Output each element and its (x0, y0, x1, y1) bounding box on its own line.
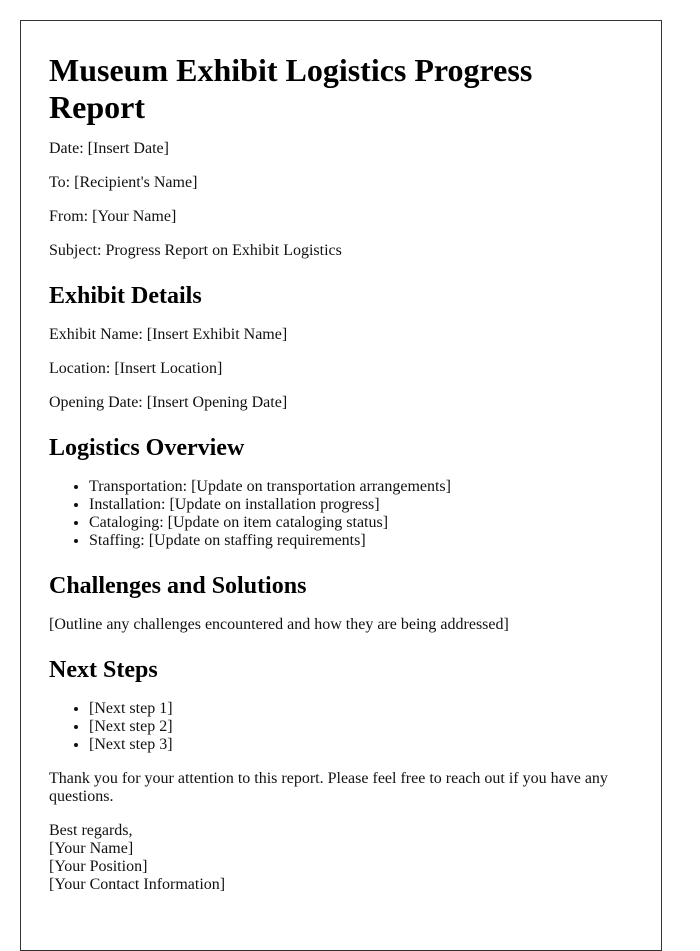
item-label: Installation: (89, 496, 166, 513)
list-item: Staffing: [Update on staffing requiremen… (89, 532, 633, 550)
subject-field: Subject: Progress Report on Exhibit Logi… (49, 242, 633, 260)
field-label: Location: (49, 360, 111, 377)
signoff: Best regards, (49, 822, 133, 839)
opening-date-field: Opening Date: [Insert Opening Date] (49, 394, 633, 412)
date-field: Date: [Insert Date] (49, 140, 633, 158)
challenges-heading: Challenges and Solutions (49, 573, 307, 599)
list-item: [Next step 3] (89, 736, 633, 754)
field-label: Subject: (49, 242, 102, 259)
item-value: [Update on staffing requirements] (148, 532, 366, 549)
list-item: Transportation: [Update on transportatio… (89, 478, 633, 496)
exhibit-details-heading: Exhibit Details (49, 283, 202, 309)
field-value: [Insert Location] (114, 360, 223, 377)
field-label: From: (49, 208, 89, 225)
report-document: Museum Exhibit Logistics Progress Report… (20, 20, 662, 951)
sender-position: [Your Position] (49, 858, 148, 875)
list-item: [Next step 2] (89, 718, 633, 736)
exhibit-name-field: Exhibit Name: [Insert Exhibit Name] (49, 326, 633, 344)
signature-block: Best regards, [Your Name] [Your Position… (49, 822, 633, 894)
field-value: [Insert Exhibit Name] (146, 326, 288, 343)
header-fields: Date: [Insert Date] To: [Recipient's Nam… (49, 140, 633, 260)
field-label: Exhibit Name: (49, 326, 143, 343)
item-value: [Update on transportation arrangements] (191, 478, 451, 495)
next-steps-heading: Next Steps (49, 657, 158, 683)
closing-text: Thank you for your attention to this rep… (49, 770, 608, 805)
item-label: Transportation: (89, 478, 188, 495)
sender-name: [Your Name] (49, 840, 134, 857)
logistics-list: Transportation: [Update on transportatio… (49, 478, 633, 550)
field-value: [Insert Date] (87, 140, 169, 157)
list-item: [Next step 1] (89, 700, 633, 718)
next-steps-list: [Next step 1] [Next step 2] [Next step 3… (49, 700, 633, 754)
item-label: Cataloging: (89, 514, 164, 531)
to-field: To: [Recipient's Name] (49, 174, 633, 192)
list-item: Installation: [Update on installation pr… (89, 496, 633, 514)
exhibit-details-section: Exhibit Name: [Insert Exhibit Name] Loca… (49, 326, 633, 412)
field-label: Opening Date: (49, 394, 143, 411)
challenges-text: [Outline any challenges encountered and … (49, 616, 509, 633)
list-item: Cataloging: [Update on item cataloging s… (89, 514, 633, 532)
logistics-overview-heading: Logistics Overview (49, 435, 245, 461)
field-value: [Your Name] (92, 208, 177, 225)
item-value: [Update on installation progress] (169, 496, 380, 513)
field-value: [Insert Opening Date] (146, 394, 288, 411)
field-label: To: (49, 174, 71, 191)
from-field: From: [Your Name] (49, 208, 633, 226)
field-value: [Recipient's Name] (74, 174, 198, 191)
field-label: Date: (49, 140, 84, 157)
document-title: Museum Exhibit Logistics Progress Report (49, 52, 533, 125)
field-value: Progress Report on Exhibit Logistics (105, 242, 342, 259)
item-label: Staffing: (89, 532, 145, 549)
location-field: Location: [Insert Location] (49, 360, 633, 378)
sender-contact: [Your Contact Information] (49, 876, 226, 893)
item-value: [Update on item cataloging status] (167, 514, 389, 531)
